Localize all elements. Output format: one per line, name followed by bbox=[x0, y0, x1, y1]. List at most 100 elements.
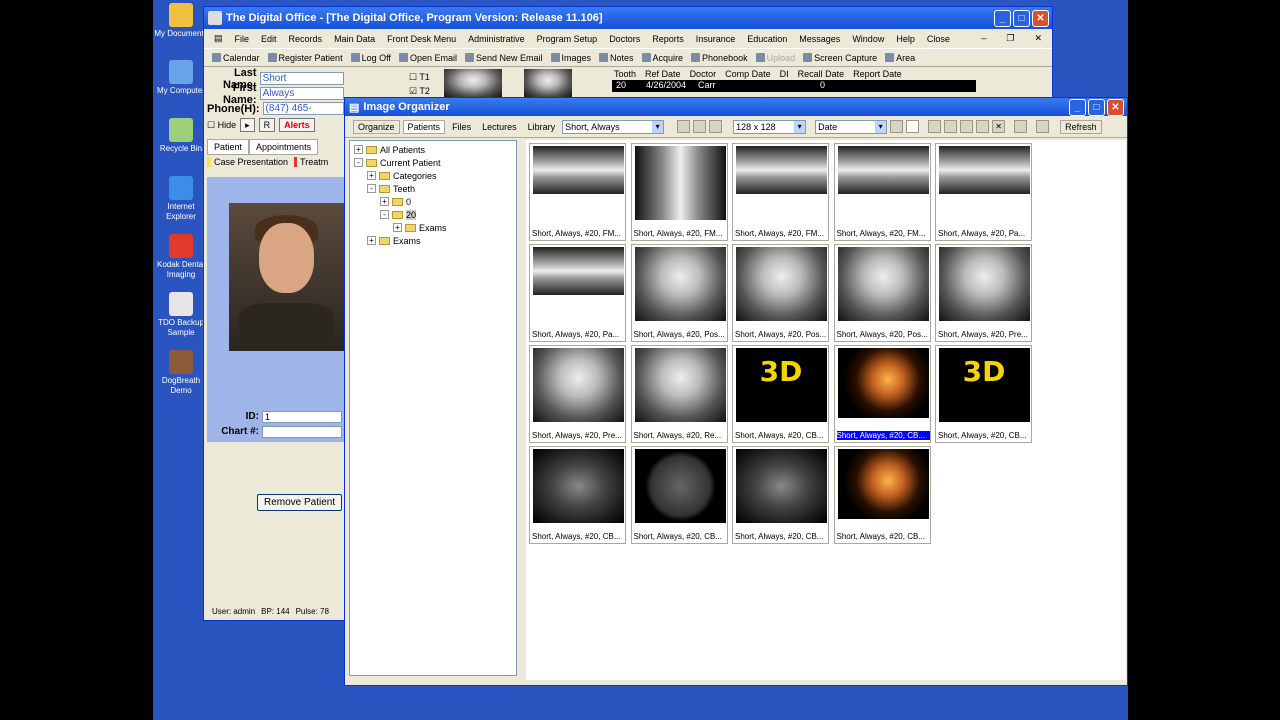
menu-item[interactable]: Help bbox=[890, 34, 921, 44]
image-thumbnail[interactable]: 3D Short, Always, #20, CB... bbox=[732, 345, 829, 443]
desktop-icon[interactable]: Internet Explorer bbox=[153, 176, 209, 222]
image-thumbnail[interactable]: Short, Always, #20, CB... bbox=[732, 446, 829, 544]
tab-organize[interactable]: Organize bbox=[353, 119, 400, 134]
desktop-icon[interactable]: My Computer bbox=[153, 60, 209, 96]
collapse-icon[interactable]: - bbox=[380, 210, 389, 219]
toolbar-button[interactable]: Acquire bbox=[638, 53, 688, 63]
refresh-button[interactable]: Refresh bbox=[1060, 119, 1102, 134]
desktop-icon[interactable]: Kodak Dental Imaging bbox=[153, 234, 209, 280]
tree-node[interactable]: + Exams bbox=[350, 221, 516, 234]
maximize-button[interactable]: □ bbox=[1013, 9, 1030, 27]
export-icon[interactable] bbox=[944, 120, 958, 133]
toolbar-button[interactable]: Open Email bbox=[395, 53, 461, 63]
minimize-button[interactable]: _ bbox=[994, 9, 1011, 27]
tab-files[interactable]: Files bbox=[448, 120, 476, 133]
menu-item[interactable]: Close bbox=[921, 34, 956, 44]
tree-node[interactable]: - Current Patient bbox=[350, 156, 516, 169]
image-thumbnail[interactable]: Short, Always, #20, CB... bbox=[833, 345, 931, 443]
id-field[interactable]: 1 bbox=[262, 410, 342, 423]
tab-patients[interactable]: Patients bbox=[402, 119, 446, 134]
next-button[interactable]: ▸ bbox=[240, 118, 255, 132]
toolbar-button[interactable]: Screen Capture bbox=[799, 53, 881, 63]
image-thumbnail[interactable]: Short, Always, #20, FM... bbox=[732, 143, 829, 241]
menu-item[interactable]: Program Setup bbox=[531, 34, 604, 44]
desktop-icon[interactable]: Recycle Bin bbox=[153, 118, 209, 154]
duplicate-icon[interactable] bbox=[976, 120, 990, 133]
r-button[interactable]: R bbox=[258, 118, 276, 132]
tab-patient[interactable]: Patient bbox=[207, 139, 250, 155]
paste-icon[interactable] bbox=[693, 120, 707, 133]
organizer-maximize-button[interactable]: □ bbox=[1088, 98, 1105, 116]
mdi-restore-icon[interactable]: ❐ bbox=[1000, 33, 1020, 44]
menu-item[interactable]: Education bbox=[741, 34, 793, 44]
calendar-icon[interactable] bbox=[890, 120, 904, 133]
image-thumbnail[interactable]: Short, Always, #20, FM... bbox=[833, 143, 931, 241]
menu-item[interactable]: Doctors bbox=[603, 34, 646, 44]
menu-item[interactable]: Window bbox=[846, 34, 890, 44]
mdi-minimize-icon[interactable]: – bbox=[975, 33, 992, 44]
desktop-icon[interactable]: DogBreath Demo bbox=[153, 350, 209, 396]
tree-node[interactable]: + All Patients bbox=[350, 143, 516, 156]
desktop-icon[interactable]: My Documents bbox=[153, 3, 209, 39]
mdi-close-icon[interactable]: ✕ bbox=[1028, 33, 1048, 44]
desktop-icon[interactable]: TDO Backup Sample bbox=[153, 292, 209, 338]
close-button[interactable]: ✕ bbox=[1032, 9, 1049, 27]
menu-item[interactable]: Records bbox=[283, 34, 329, 44]
tree-node[interactable]: - 20 bbox=[350, 208, 516, 221]
image-thumbnail[interactable]: Short, Always, #20, CB... bbox=[833, 446, 931, 544]
organizer-close-button[interactable]: ✕ bbox=[1107, 98, 1124, 116]
main-titlebar[interactable]: The Digital Office - [The Digital Office… bbox=[204, 7, 1052, 29]
delete-icon[interactable]: ✕ bbox=[992, 120, 1006, 133]
move-icon[interactable] bbox=[960, 120, 974, 133]
image-thumbnail[interactable]: Short, Always, #20, Pos... bbox=[732, 244, 829, 342]
image-thumbnail[interactable]: Short, Always, #20, Pos... bbox=[833, 244, 931, 342]
image-thumbnail[interactable]: Short, Always, #20, Pa... bbox=[935, 143, 1032, 241]
image-thumbnail[interactable]: Short, Always, #20, CB... bbox=[529, 446, 626, 544]
menu-item[interactable]: Administrative bbox=[462, 34, 531, 44]
tab-treatment[interactable]: Treatm bbox=[294, 157, 328, 167]
import-icon[interactable] bbox=[928, 120, 942, 133]
toolbar-button[interactable]: Notes bbox=[595, 53, 638, 63]
hide-checkbox[interactable]: ☐ Hide bbox=[207, 120, 236, 131]
tab-lectures[interactable]: Lectures bbox=[478, 120, 521, 133]
tooth-table-row[interactable]: 20 4/26/2004 Carr 0 bbox=[612, 80, 976, 92]
image-thumbnail[interactable]: Short, Always, #20, CB... bbox=[630, 446, 728, 544]
expand-icon[interactable]: + bbox=[367, 236, 376, 245]
image-thumbnail[interactable]: Short, Always, #20, Pa... bbox=[529, 244, 626, 342]
tab-case-presentation[interactable]: Case Presentation bbox=[207, 157, 288, 167]
image-thumbnail[interactable]: Short, Always, #20, Pre... bbox=[529, 345, 626, 443]
camera-icon[interactable] bbox=[709, 120, 723, 133]
tree-node[interactable]: - Teeth bbox=[350, 182, 516, 195]
image-thumbnail[interactable]: Short, Always, #20, Pos... bbox=[630, 244, 728, 342]
alerts-button[interactable]: Alerts bbox=[279, 118, 315, 132]
expand-icon[interactable]: + bbox=[393, 223, 402, 232]
expand-icon[interactable]: + bbox=[380, 197, 389, 206]
toolbar-button[interactable]: Images bbox=[547, 53, 596, 63]
tab-appointments[interactable]: Appointments bbox=[249, 139, 319, 155]
tab-library[interactable]: Library bbox=[523, 120, 560, 133]
menu-item[interactable]: Reports bbox=[646, 34, 690, 44]
toolbar-button[interactable]: Calendar bbox=[208, 53, 264, 63]
tree-node[interactable]: + Exams bbox=[350, 234, 516, 247]
organizer-minimize-button[interactable]: _ bbox=[1069, 98, 1086, 116]
window-icon[interactable] bbox=[1014, 120, 1028, 133]
image-thumbnail[interactable]: 3D Short, Always, #20, CB... bbox=[935, 345, 1032, 443]
checkbox-icon[interactable] bbox=[906, 120, 920, 133]
thumbnail-size-select[interactable]: 128 x 128 bbox=[733, 119, 807, 134]
menu-item[interactable]: Main Data bbox=[328, 34, 381, 44]
t2-checkbox[interactable]: ☑ T2 bbox=[409, 86, 430, 97]
last-name-field[interactable]: Short bbox=[259, 72, 344, 85]
phone-field[interactable]: (847) 465- bbox=[262, 102, 344, 115]
toolbar-button[interactable]: Log Off bbox=[347, 53, 395, 63]
menu-item[interactable]: Front Desk Menu bbox=[381, 34, 462, 44]
chart-field[interactable] bbox=[262, 425, 342, 438]
print-icon[interactable] bbox=[1036, 120, 1050, 133]
collapse-icon[interactable]: - bbox=[367, 184, 376, 193]
copy-icon[interactable] bbox=[677, 120, 691, 133]
tree-node[interactable]: + Categories bbox=[350, 169, 516, 182]
menu-item[interactable]: File bbox=[229, 34, 256, 44]
toolbar-button[interactable]: Phonebook bbox=[687, 53, 752, 63]
image-thumbnail[interactable]: Short, Always, #20, FM... bbox=[630, 143, 728, 241]
image-thumbnail[interactable]: Short, Always, #20, Pre... bbox=[935, 244, 1032, 342]
menu-item[interactable]: Messages bbox=[793, 34, 846, 44]
